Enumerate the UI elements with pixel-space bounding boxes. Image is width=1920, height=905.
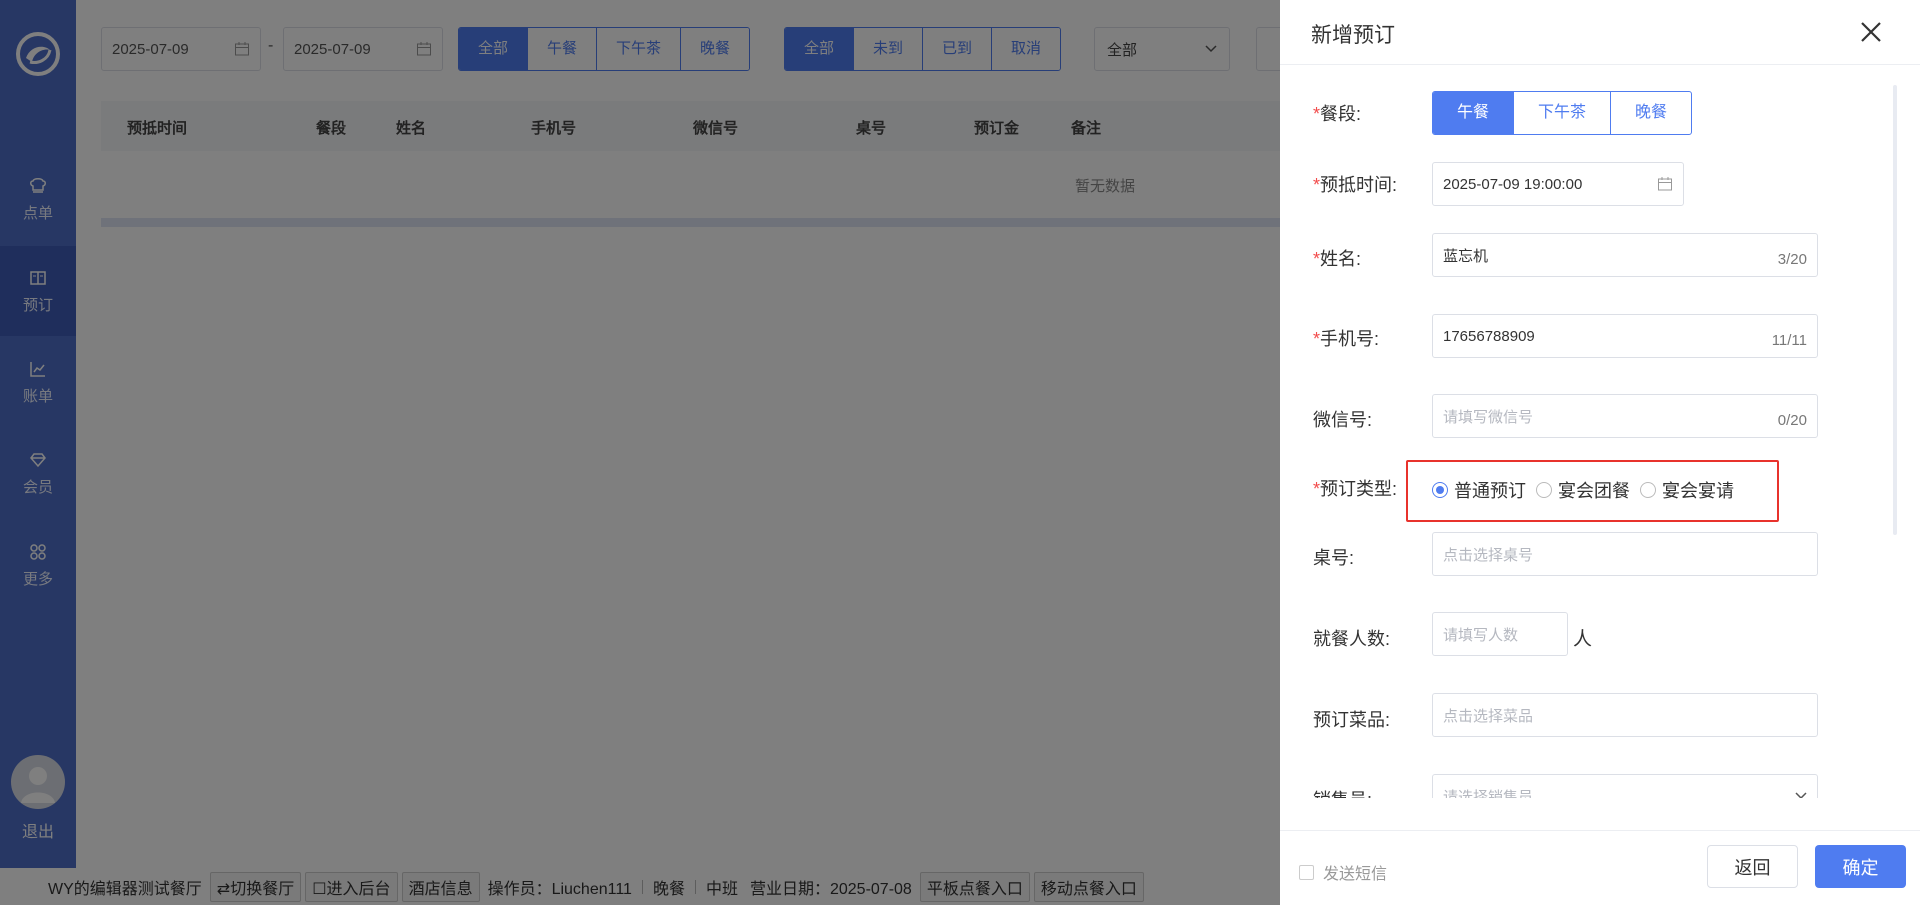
meal-option-dinner[interactable]: 晚餐 <box>1611 92 1691 134</box>
sales-label: 销售员: <box>1313 786 1372 798</box>
back-button[interactable]: 返回 <box>1707 845 1798 888</box>
vertical-scrollbar[interactable] <box>1893 85 1897 535</box>
type-label: *预订类型: <box>1313 479 1398 499</box>
name-input[interactable]: 蓝忘机 3/20 <box>1432 233 1818 277</box>
phone-char-count: 11/11 <box>1771 332 1807 349</box>
dishes-select-input[interactable]: 点击选择菜品 <box>1432 693 1818 737</box>
meal-label: *餐段: <box>1313 104 1362 124</box>
close-icon[interactable] <box>1854 15 1888 49</box>
table-placeholder: 点击选择桌号 <box>1443 546 1534 564</box>
highlight-box <box>1406 460 1779 522</box>
phone-label: *手机号: <box>1313 329 1380 349</box>
people-unit: 人 <box>1573 629 1593 650</box>
table-select-input[interactable]: 点击选择桌号 <box>1432 532 1818 576</box>
meal-segment: 午餐 下午茶 晚餐 <box>1432 91 1693 135</box>
calendar-icon <box>1658 177 1672 191</box>
checkbox-box <box>1299 864 1314 880</box>
new-reservation-drawer: 新增预订 *餐段: 午餐 下午茶 晚餐 *预抵时间: 2025-07-09 19… <box>1280 0 1920 905</box>
phone-value: 17656788909 <box>1443 327 1535 345</box>
name-value: 蓝忘机 <box>1443 247 1489 265</box>
people-placeholder: 请填写人数 <box>1443 626 1519 644</box>
meal-option-tea[interactable]: 下午茶 <box>1514 92 1612 134</box>
name-char-count: 3/20 <box>1777 251 1807 268</box>
wechat-label: 微信号: <box>1313 410 1373 430</box>
dishes-placeholder: 点击选择菜品 <box>1443 707 1534 725</box>
people-input[interactable]: 请填写人数 <box>1432 612 1568 656</box>
meal-option-lunch[interactable]: 午餐 <box>1433 92 1515 134</box>
reservation-form: *餐段: 午餐 下午茶 晚餐 *预抵时间: 2025-07-09 19:00:0… <box>1280 65 1920 798</box>
name-label: *姓名: <box>1313 249 1362 269</box>
time-label: *预抵时间: <box>1313 175 1398 195</box>
phone-input[interactable]: 17656788909 11/11 <box>1432 314 1818 358</box>
sales-placeholder: 请选择销售员 <box>1443 788 1534 799</box>
wechat-char-count: 0/20 <box>1777 412 1807 429</box>
drawer-title: 新增预订 <box>1311 24 1395 47</box>
chevron-down-icon <box>1795 792 1807 798</box>
app-root: 点单 预订 账单 会员 更多 退出 2025-07-09 <box>0 0 1920 905</box>
confirm-button[interactable]: 确定 <box>1815 845 1906 888</box>
table-no-label: 桌号: <box>1313 548 1355 568</box>
wechat-input[interactable]: 请填写微信号 0/20 <box>1432 394 1818 438</box>
people-label: 就餐人数: <box>1313 629 1391 649</box>
arrival-time-input[interactable]: 2025-07-09 19:00:00 <box>1432 162 1684 206</box>
dishes-label: 预订菜品: <box>1313 710 1391 730</box>
wechat-placeholder: 请填写微信号 <box>1443 408 1534 426</box>
divider <box>1280 830 1920 831</box>
send-sms-checkbox[interactable]: 发送短信 <box>1299 860 1387 884</box>
send-sms-label: 发送短信 <box>1323 866 1388 883</box>
sales-select[interactable]: 请选择销售员 <box>1432 774 1818 798</box>
arrival-time-value: 2025-07-09 19:00:00 <box>1443 175 1583 193</box>
